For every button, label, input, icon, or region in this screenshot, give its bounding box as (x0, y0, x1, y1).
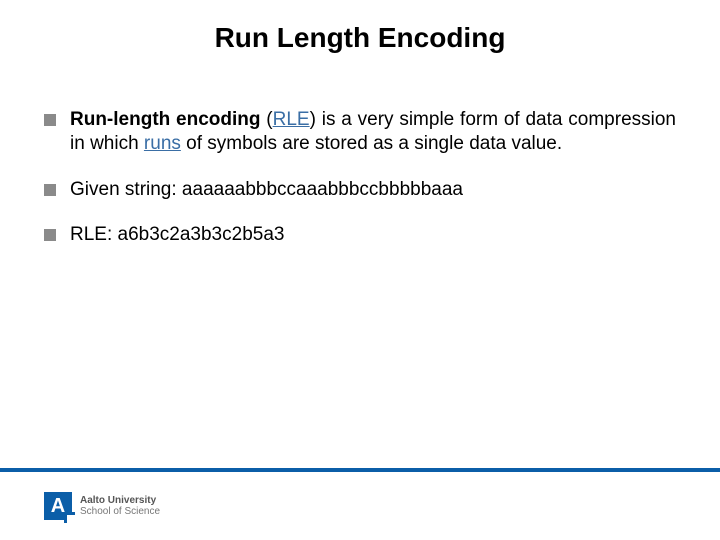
divider-line (0, 468, 720, 472)
bullet-text: RLE: a6b3c2a3b3c2b5a3 (70, 223, 676, 247)
slide-title: Run Length Encoding (0, 22, 720, 54)
link-text[interactable]: RLE (273, 109, 310, 130)
aalto-logo-icon: A (44, 492, 72, 520)
footer-text: Aalto University School of Science (80, 495, 160, 517)
footer-logo: A Aalto University School of Science (44, 492, 160, 520)
list-item: Run-length encoding (RLE) is a very simp… (44, 108, 676, 156)
text-run: of symbols are stored as a single data v… (181, 133, 562, 154)
link-text[interactable]: runs (144, 133, 181, 154)
footer-school: School of Science (80, 506, 160, 517)
slide: Run Length Encoding Run-length encoding … (0, 0, 720, 540)
text-run: Given string: aaaaaabbbccaaabbbccbbbbbaa… (70, 179, 463, 200)
bullet-text: Given string: aaaaaabbbccaaabbbccbbbbbaa… (70, 178, 676, 202)
bullet-square-icon (44, 184, 56, 196)
list-item: RLE: a6b3c2a3b3c2b5a3 (44, 223, 676, 247)
bullet-text: Run-length encoding (RLE) is a very simp… (70, 108, 676, 156)
bullet-list: Run-length encoding (RLE) is a very simp… (44, 108, 676, 269)
bullet-square-icon (44, 114, 56, 126)
text-run: ( (261, 109, 273, 130)
list-item: Given string: aaaaaabbbccaaabbbccbbbbbaa… (44, 178, 676, 202)
footer-university: Aalto University (80, 495, 160, 506)
bullet-square-icon (44, 229, 56, 241)
bold-text: Run-length encoding (70, 109, 261, 130)
text-run: RLE: a6b3c2a3b3c2b5a3 (70, 224, 284, 245)
